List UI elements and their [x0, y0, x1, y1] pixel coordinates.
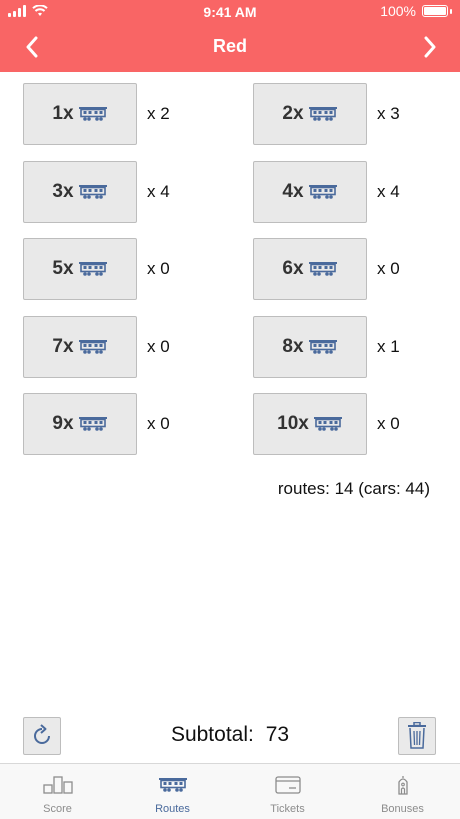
route-length-button[interactable]: 3x: [23, 160, 137, 223]
route-length-label: 3x: [52, 180, 74, 202]
bar-chart-icon: [42, 776, 73, 794]
route-count: x 0: [147, 259, 170, 278]
tab-label: Routes: [155, 803, 190, 815]
route-length-button[interactable]: 8x: [253, 315, 367, 378]
page-title: Red: [212, 36, 247, 56]
route-length-label: 7x: [52, 335, 74, 357]
subtotal-label: Subtotal:: [170, 723, 254, 746]
subtotal: Subtotal: 73: [0, 723, 460, 747]
route-length-button[interactable]: 4x: [253, 160, 367, 223]
tab-tickets[interactable]: Tickets: [230, 764, 345, 819]
train-car-icon: [78, 338, 108, 356]
train-car-icon: [308, 183, 338, 201]
route-length-label: 10x: [277, 413, 309, 434]
route-length-label: 6x: [282, 258, 304, 279]
route-count: x 0: [147, 336, 170, 356]
route-length-label: 8x: [282, 335, 304, 357]
route-length-button[interactable]: 9x: [23, 393, 137, 455]
battery-icon: [422, 5, 448, 17]
route-cell: 6x x 0: [253, 238, 400, 300]
trash-icon: [408, 722, 426, 749]
routes-summary: routes: 14 (cars: 44): [277, 479, 430, 498]
train-car-icon: [158, 778, 187, 792]
route-length-label: 2x: [282, 103, 304, 124]
route-count: x 0: [147, 414, 170, 433]
route-cell: 2x x 3: [253, 83, 400, 145]
route-length-button[interactable]: 10x: [253, 393, 367, 455]
nav-header: 9:41 AM 100% Red: [0, 0, 460, 72]
route-cell: 8x x 1: [253, 315, 400, 378]
train-car-icon: [78, 105, 108, 123]
route-cell: 4x x 4: [253, 160, 400, 223]
subtotal-value: 73: [265, 723, 290, 746]
route-count: x 0: [377, 259, 400, 278]
route-cell: 1x x 2: [23, 83, 170, 145]
train-car-icon: [78, 183, 108, 201]
train-car-icon: [78, 415, 108, 433]
route-length-button[interactable]: 2x: [253, 83, 367, 145]
route-length-label: 9x: [52, 413, 74, 434]
tab-bonuses[interactable]: Bonuses: [345, 764, 460, 819]
route-count: x 4: [377, 181, 400, 201]
next-color-button[interactable]: [414, 33, 446, 61]
route-cell: 10x x 0: [253, 393, 400, 455]
route-cell: 5x x 0: [23, 238, 170, 300]
route-cell: 7x x 0: [23, 315, 170, 378]
battery-tip: [450, 8, 452, 14]
route-count: x 3: [377, 104, 400, 123]
route-length-label: 4x: [282, 180, 304, 202]
delete-button[interactable]: [398, 717, 436, 755]
route-count: x 1: [377, 336, 400, 356]
ticket-icon: [274, 776, 301, 794]
tab-score[interactable]: Score: [0, 764, 115, 819]
route-length-label: 1x: [52, 103, 74, 124]
train-car-icon: [308, 105, 338, 123]
route-count: x 4: [147, 181, 170, 201]
route-length-button[interactable]: 1x: [23, 83, 137, 145]
action-bar: Subtotal: 73: [0, 715, 460, 757]
route-cell: 9x x 0: [23, 393, 170, 455]
chevron-right-icon: [424, 36, 436, 58]
train-car-icon: [308, 338, 338, 356]
status-bar: 9:41 AM 100%: [0, 0, 460, 24]
route-cell: 3x x 4: [23, 160, 170, 223]
route-length-button[interactable]: 5x: [23, 238, 137, 300]
tab-label: Bonuses: [381, 803, 424, 815]
tab-label: Tickets: [270, 803, 305, 815]
route-count: x 2: [147, 104, 170, 123]
train-car-icon: [308, 260, 338, 278]
tab-label: Score: [43, 803, 72, 815]
route-length-button[interactable]: 7x: [23, 315, 137, 378]
route-length-label: 5x: [52, 258, 74, 279]
train-car-icon: [313, 415, 343, 433]
bell-tower-icon: [397, 776, 408, 795]
route-count: x 0: [377, 414, 400, 433]
battery-percent: 100%: [380, 3, 416, 19]
route-length-button[interactable]: 6x: [253, 238, 367, 300]
tab-bar: Score Routes Tickets Bonuses: [0, 763, 460, 819]
train-car-icon: [78, 260, 108, 278]
tab-routes[interactable]: Routes: [115, 764, 230, 819]
